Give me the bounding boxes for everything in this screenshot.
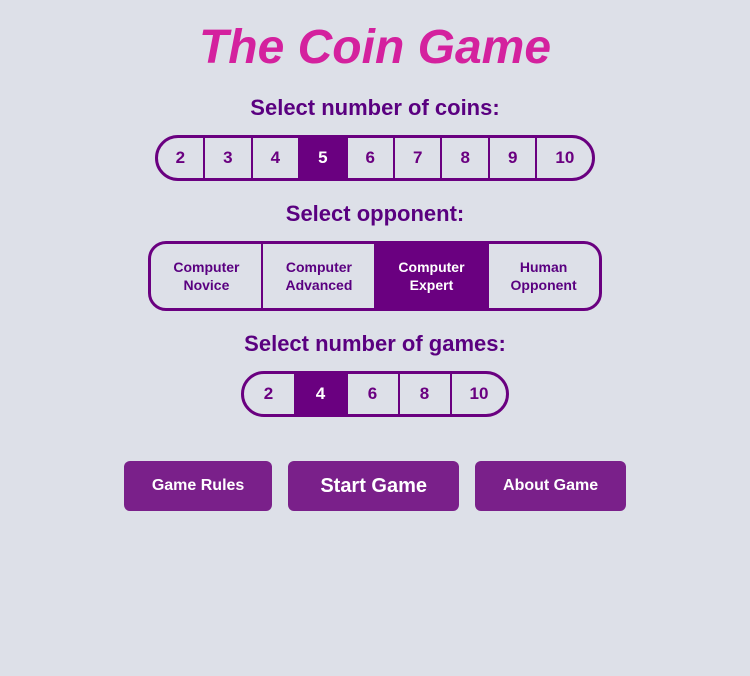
games-section: Select number of games: 246810 [0,331,750,417]
coin-option-8[interactable]: 8 [442,138,489,178]
opponent-option-0[interactable]: ComputerNovice [151,244,263,308]
coin-option-2[interactable]: 2 [158,138,205,178]
coins-section: Select number of coins: 2345678910 [0,95,750,181]
opponent-option-3[interactable]: HumanOpponent [489,244,599,308]
games-option-2[interactable]: 2 [244,374,296,414]
coin-option-10[interactable]: 10 [537,138,592,178]
opponent-option-1[interactable]: ComputerAdvanced [263,244,376,308]
coin-option-7[interactable]: 7 [395,138,442,178]
opponent-section: Select opponent: ComputerNoviceComputerA… [0,201,750,311]
game-rules-button[interactable]: Game Rules [124,461,272,511]
opponent-label: Select opponent: [286,201,464,227]
opponent-option-2[interactable]: ComputerExpert [376,244,488,308]
games-option-10[interactable]: 10 [452,374,507,414]
coin-option-6[interactable]: 6 [348,138,395,178]
action-buttons: Game Rules Start Game About Game [124,461,626,511]
coin-option-4[interactable]: 4 [253,138,300,178]
coin-option-5[interactable]: 5 [300,138,347,178]
about-game-button[interactable]: About Game [475,461,626,511]
games-option-4[interactable]: 4 [296,374,348,414]
opponent-selector: ComputerNoviceComputerAdvancedComputerEx… [148,241,601,311]
coins-selector: 2345678910 [155,135,596,181]
coin-option-9[interactable]: 9 [490,138,537,178]
coins-label: Select number of coins: [250,95,499,121]
page-title: The Coin Game [199,20,551,75]
games-label: Select number of games: [244,331,506,357]
start-game-button[interactable]: Start Game [288,461,459,511]
games-selector: 246810 [241,371,510,417]
games-option-6[interactable]: 6 [348,374,400,414]
games-option-8[interactable]: 8 [400,374,452,414]
coin-option-3[interactable]: 3 [205,138,252,178]
